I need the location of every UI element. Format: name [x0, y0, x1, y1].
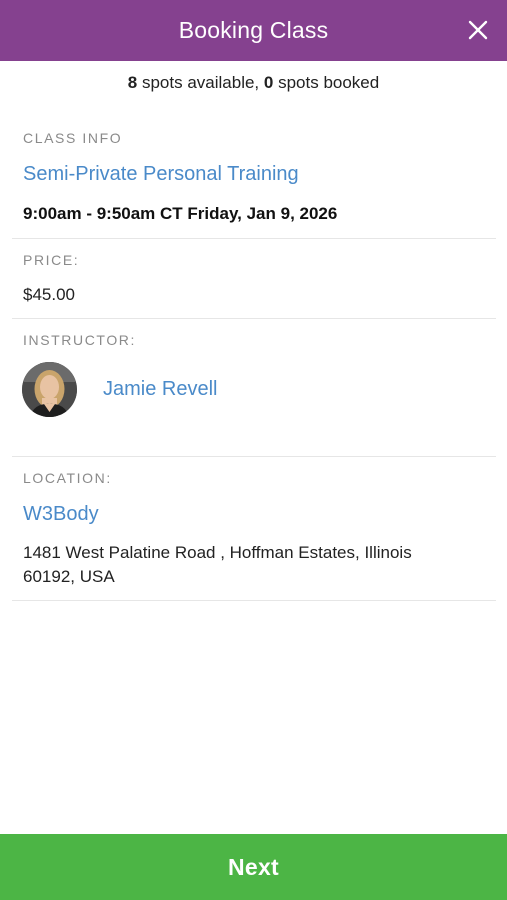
location-label: LOCATION:: [23, 470, 112, 486]
instructor-label: INSTRUCTOR:: [23, 332, 137, 348]
location-section: LOCATION: W3Body 1481 West Palatine Road…: [12, 457, 496, 601]
class-time: 9:00am - 9:50am CT Friday, Jan 9, 2026: [23, 204, 338, 223]
instructor-section: INSTRUCTOR: Jamie Revell: [12, 319, 496, 457]
spots-booked-text: spots booked: [273, 73, 380, 92]
class-info-label: CLASS INFO: [23, 130, 123, 146]
spots-available-text: spots available,: [137, 73, 264, 92]
close-icon: [463, 15, 493, 45]
instructor-avatar[interactable]: [22, 362, 77, 417]
class-name-link[interactable]: Semi-Private Personal Training: [23, 163, 299, 186]
next-button-label: Next: [227, 853, 280, 880]
next-button[interactable]: Next: [0, 834, 507, 900]
price-section: PRICE: $45.00: [12, 239, 496, 319]
location-name-link[interactable]: W3Body: [23, 503, 99, 526]
price-label: PRICE:: [23, 252, 80, 268]
instructor-name-link[interactable]: Jamie Revell: [103, 378, 217, 401]
close-button[interactable]: [463, 15, 493, 45]
spots-booked-count: 0: [263, 73, 274, 92]
location-address: 1481 West Palatine Road , Hoffman Estate…: [23, 543, 412, 586]
page-title: Booking Class: [178, 17, 329, 43]
availability-summary: 8 spots available, 0 spots booked: [0, 73, 507, 93]
booking-class-screen: Booking Class 8 spots available, 0 spots…: [0, 0, 507, 900]
class-info-section: CLASS INFO Semi-Private Personal Trainin…: [12, 118, 496, 239]
spots-available-count: 8: [127, 73, 138, 92]
header-bar: Booking Class: [0, 0, 507, 61]
price-value: $45.00: [23, 285, 75, 304]
